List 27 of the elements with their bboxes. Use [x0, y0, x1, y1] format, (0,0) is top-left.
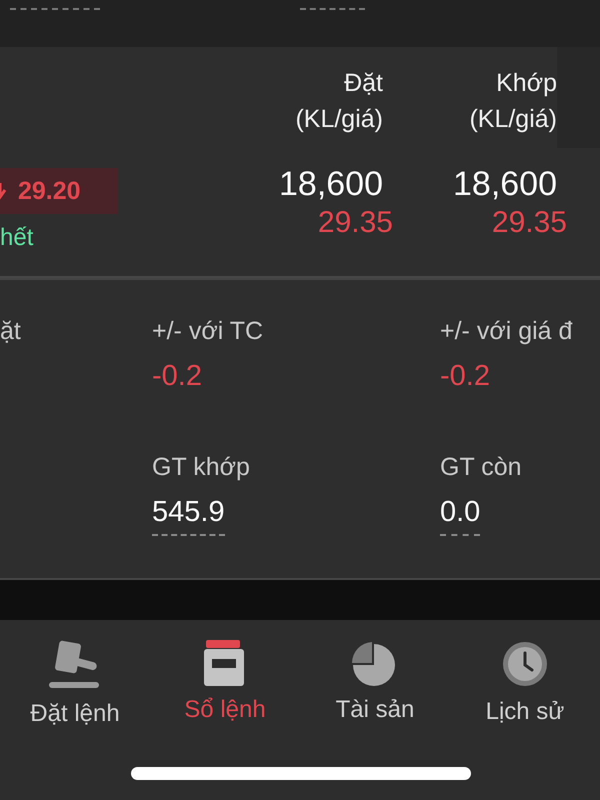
price-badge: 29.20 — [0, 168, 118, 214]
order-volume: 18,600 — [279, 164, 383, 204]
column-subheader: (KL/giá) — [295, 104, 383, 135]
field-label: +/- với giá đ — [440, 316, 572, 347]
order-price: 29.35 — [318, 205, 393, 241]
column-subheader: (KL/giá) — [469, 104, 557, 135]
field-value: -0.2 — [152, 359, 202, 394]
field-label: +/- với TC — [152, 316, 264, 347]
field-value: 0.0 — [440, 494, 480, 536]
field-label: GT còn — [440, 452, 522, 483]
field-value: -0.2 — [440, 359, 490, 394]
column-header: Khớp — [496, 68, 557, 99]
nav-tab[interactable]: Lịch sử — [450, 640, 600, 750]
order-status: hết — [0, 224, 34, 252]
field-value: 545.9 — [152, 494, 225, 536]
clock-icon — [501, 640, 549, 688]
gavel-icon — [49, 640, 101, 690]
nav-tab[interactable]: Tài sản — [300, 640, 450, 750]
field-label: GT khớp — [152, 452, 250, 483]
pie-chart-icon — [352, 640, 398, 686]
nav-tab[interactable]: Đặt lệnh — [0, 640, 150, 750]
field-label: ặt — [0, 316, 21, 347]
home-indicator[interactable] — [131, 767, 471, 780]
order-price: 29.35 — [492, 205, 567, 241]
order-book-icon — [204, 640, 246, 686]
order-volume: 18,600 — [453, 164, 557, 204]
column-header: Đặt — [344, 68, 383, 99]
